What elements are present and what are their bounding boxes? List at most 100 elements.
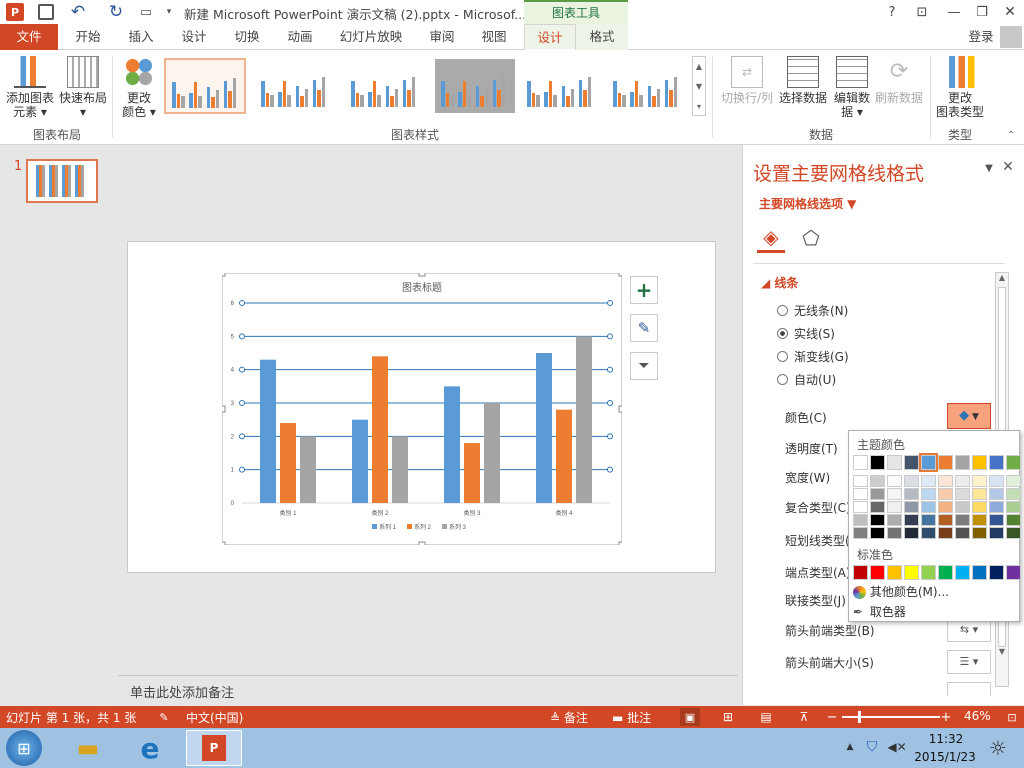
standard-color-swatch[interactable] xyxy=(853,565,868,580)
radio-option[interactable]: 实线(S) xyxy=(777,325,835,342)
tab-insert[interactable]: 插入 xyxy=(114,24,168,50)
quick-layout-button[interactable]: 快速布局 ▾ xyxy=(58,56,108,119)
chart[interactable]: 图表标题0123456类别 1 类别 2 类别 3 类别 4系列 1 系列 2 系列 3 xyxy=(222,273,622,545)
fill-line-icon[interactable]: ◈ xyxy=(757,223,785,253)
section-line-header[interactable]: ◢ 线条 xyxy=(761,274,798,291)
standard-color-swatch[interactable] xyxy=(887,565,902,580)
tray-expand-icon[interactable]: ▲ xyxy=(844,740,856,754)
powerpoint-logo-icon[interactable]: P xyxy=(6,3,24,21)
theme-tint-swatch[interactable] xyxy=(989,501,1004,513)
next-dropdown[interactable] xyxy=(947,682,991,696)
clock-time[interactable]: 11:32 xyxy=(926,732,966,746)
theme-tint-swatch[interactable] xyxy=(870,488,885,500)
minimize-icon[interactable]: — xyxy=(944,3,964,21)
radio-circle[interactable] xyxy=(777,328,788,339)
save-icon[interactable] xyxy=(38,4,54,20)
theme-tint-swatch[interactable] xyxy=(938,475,953,487)
tab-chart-format[interactable]: 格式 xyxy=(576,24,628,50)
standard-color-swatch[interactable] xyxy=(938,565,953,580)
theme-tint-swatch[interactable] xyxy=(989,514,1004,526)
theme-tint-swatch[interactable] xyxy=(887,514,902,526)
tab-transitions[interactable]: 切换 xyxy=(220,24,274,50)
theme-tint-swatch[interactable] xyxy=(972,527,987,539)
radio-circle[interactable] xyxy=(777,305,788,316)
effects-icon[interactable]: ⬠ xyxy=(797,223,825,253)
customize-toolbar-icon[interactable]: ▾ xyxy=(164,3,174,21)
volume-icon[interactable]: ◀✕ xyxy=(887,738,906,756)
ribbon-display-icon[interactable]: ⊡ xyxy=(912,3,932,21)
internet-explorer-icon[interactable]: e xyxy=(130,732,170,765)
pane-options-icon[interactable]: ▼ xyxy=(983,161,995,175)
theme-tint-swatch[interactable] xyxy=(955,527,970,539)
add-chart-element-float-button[interactable]: + xyxy=(630,276,658,304)
theme-tint-swatch[interactable] xyxy=(904,475,919,487)
theme-tint-swatch[interactable] xyxy=(887,501,902,513)
theme-tint-swatch[interactable] xyxy=(921,488,936,500)
theme-tint-swatch[interactable] xyxy=(1006,527,1021,539)
theme-tint-swatch[interactable] xyxy=(870,475,885,487)
theme-tint-swatch[interactable] xyxy=(1006,475,1021,487)
chart-style-3[interactable] xyxy=(344,58,426,114)
redo-icon[interactable]: ↻ xyxy=(106,2,126,22)
gallery-scroll[interactable]: ▲ ▼ ▾ xyxy=(692,56,706,116)
arrow-size-dropdown[interactable]: ☰ ▾ xyxy=(947,650,991,674)
theme-color-swatch[interactable] xyxy=(955,455,970,470)
fit-slide-icon[interactable]: ⊡ xyxy=(1004,708,1020,726)
chart-style-2[interactable] xyxy=(254,58,336,114)
theme-color-swatch[interactable] xyxy=(938,455,953,470)
theme-tint-swatch[interactable] xyxy=(1006,514,1021,526)
chart-style-4[interactable] xyxy=(434,58,516,114)
comments-button[interactable]: ▬ 批注 xyxy=(612,709,651,726)
tab-chart-design[interactable]: 设计 xyxy=(524,24,576,50)
theme-tint-swatch[interactable] xyxy=(921,501,936,513)
theme-tint-swatch[interactable] xyxy=(938,501,953,513)
standard-color-swatch[interactable] xyxy=(955,565,970,580)
radio-option[interactable]: 渐变线(G) xyxy=(777,348,849,365)
standard-color-swatch[interactable] xyxy=(989,565,1004,580)
security-icon[interactable]: ⛉ xyxy=(864,738,880,756)
add-chart-element-button[interactable]: 添加图表 元素 ▾ xyxy=(4,56,56,119)
theme-color-swatch[interactable] xyxy=(972,455,987,470)
theme-tint-swatch[interactable] xyxy=(870,514,885,526)
theme-tint-swatch[interactable] xyxy=(1006,488,1021,500)
start-button-icon[interactable]: ⊞ xyxy=(6,730,42,766)
spell-check-icon[interactable]: ✎ xyxy=(156,709,172,725)
notes-button[interactable]: ≜ 备注 xyxy=(550,709,588,726)
radio-circle[interactable] xyxy=(777,351,788,362)
undo-icon[interactable]: ↶ xyxy=(68,2,88,22)
file-explorer-icon[interactable]: ▬ xyxy=(68,732,108,764)
theme-tint-swatch[interactable] xyxy=(921,514,936,526)
theme-tint-swatch[interactable] xyxy=(972,488,987,500)
theme-tint-swatch[interactable] xyxy=(989,475,1004,487)
radio-option[interactable]: 自动(U) xyxy=(777,371,836,388)
select-data-button[interactable]: 选择数据 xyxy=(778,56,828,105)
tab-slideshow[interactable]: 幻灯片放映 xyxy=(328,24,414,50)
chart-style-5[interactable] xyxy=(520,58,602,114)
chart-filter-float-button[interactable]: ⏷ xyxy=(630,352,658,380)
theme-tint-swatch[interactable] xyxy=(938,527,953,539)
tab-animations[interactable]: 动画 xyxy=(274,24,326,50)
reading-view-icon[interactable]: ▤ xyxy=(756,708,776,726)
avatar[interactable] xyxy=(1000,26,1022,48)
theme-tint-swatch[interactable] xyxy=(972,514,987,526)
slide-thumbnail[interactable] xyxy=(26,159,98,203)
theme-color-swatch[interactable] xyxy=(904,455,919,470)
radio-option[interactable]: 无线条(N) xyxy=(777,302,848,319)
theme-tint-swatch[interactable] xyxy=(955,501,970,513)
zoom-slider-thumb[interactable] xyxy=(858,711,861,723)
more-colors-item[interactable]: 其他颜色(M)... xyxy=(853,583,949,600)
theme-tint-swatch[interactable] xyxy=(989,488,1004,500)
theme-tint-swatch[interactable] xyxy=(955,514,970,526)
theme-tint-swatch[interactable] xyxy=(989,527,1004,539)
color-dropdown-button[interactable]: ◆ ▼ xyxy=(947,403,991,429)
tab-design[interactable]: 设计 xyxy=(168,24,220,50)
standard-color-swatch[interactable] xyxy=(870,565,885,580)
slide-sorter-icon[interactable]: ⊞ xyxy=(718,708,738,726)
weather-icon[interactable]: ☼ xyxy=(984,734,1012,762)
collapse-ribbon-icon[interactable]: ⌃ xyxy=(1004,128,1018,142)
theme-tint-swatch[interactable] xyxy=(921,527,936,539)
theme-tint-swatch[interactable] xyxy=(853,527,868,539)
theme-tint-swatch[interactable] xyxy=(904,501,919,513)
theme-tint-swatch[interactable] xyxy=(853,514,868,526)
theme-tint-swatch[interactable] xyxy=(887,475,902,487)
